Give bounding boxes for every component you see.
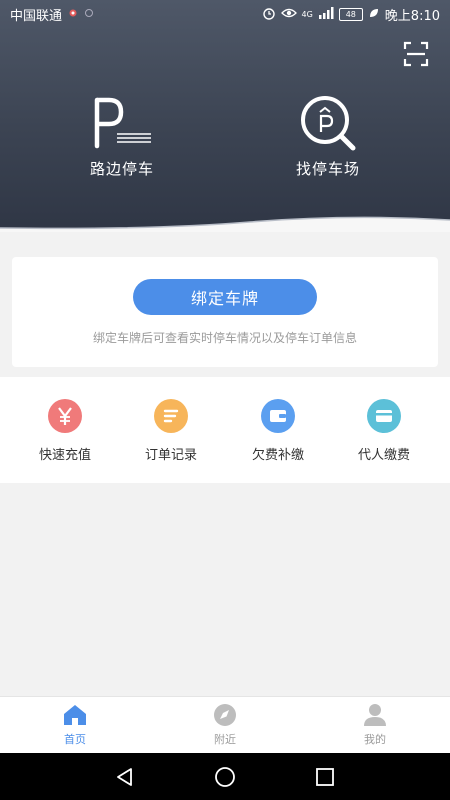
alarm-icon — [262, 6, 276, 24]
header-wave-decoration — [0, 216, 450, 232]
scan-icon — [403, 41, 429, 67]
nav-home[interactable]: 首页 — [0, 703, 150, 751]
carrier-name: 中国联通 — [10, 9, 63, 24]
leaf-icon — [368, 7, 380, 23]
nav-mine-label: 我的 — [364, 733, 386, 746]
yen-icon — [48, 399, 82, 433]
home-icon — [62, 703, 88, 727]
bind-plate-card: 绑定车牌 绑定车牌后可查看实时停车情况以及停车订单信息 — [12, 257, 438, 367]
eye-icon — [280, 7, 297, 23]
home-system-button[interactable] — [213, 765, 237, 789]
quick-recharge-button[interactable]: 快速充值 — [9, 399, 121, 469]
bind-plate-button[interactable]: 绑定车牌 — [133, 279, 317, 315]
order-records-label: 订单记录 — [144, 448, 197, 463]
list-icon — [154, 399, 188, 433]
bind-plate-hint: 绑定车牌后可查看实时停车情况以及停车订单信息 — [92, 331, 357, 345]
nav-mine[interactable]: 我的 — [300, 703, 450, 751]
user-icon — [362, 703, 388, 727]
order-records-button[interactable]: 订单记录 — [115, 399, 227, 469]
nav-nearby-label: 附近 — [214, 733, 236, 746]
status-right: 4G 48 晚上8:10 — [262, 5, 440, 24]
wallet-icon — [261, 399, 295, 433]
status-bar: 中国联通 4G 48 晚上8:10 — [0, 0, 450, 28]
nav-home-label: 首页 — [64, 733, 86, 746]
scan-button[interactable] — [402, 40, 430, 68]
find-parking-lot-icon — [293, 92, 363, 152]
recents-button[interactable] — [313, 765, 337, 789]
system-nav-bar — [0, 753, 450, 800]
roadside-parking-icon — [87, 92, 157, 152]
pay-for-others-label: 代人缴费 — [357, 448, 410, 463]
signal-icon — [318, 6, 334, 23]
clock-time: 晚上8:10 — [384, 9, 440, 24]
card-icon — [367, 399, 401, 433]
arrears-payment-button[interactable]: 欠费补缴 — [222, 399, 334, 469]
back-button[interactable] — [113, 765, 137, 789]
quick-actions-panel: 快速充值 订单记录 欠费补缴 代人缴费 — [0, 377, 450, 483]
status-left: 中国联通 — [10, 5, 94, 24]
pay-for-others-button[interactable]: 代人缴费 — [328, 399, 440, 469]
compass-icon — [212, 703, 238, 727]
roadside-parking-label: 路边停车 — [89, 160, 154, 178]
notification-icon — [68, 8, 78, 21]
arrears-payment-label: 欠费补缴 — [251, 448, 304, 463]
find-parking-lot-button[interactable]: 找停车场 — [253, 92, 403, 187]
nav-nearby[interactable]: 附近 — [150, 703, 300, 751]
find-parking-lot-label: 找停车场 — [295, 160, 360, 178]
square-recents-icon — [316, 768, 334, 786]
back-icon — [117, 768, 132, 786]
network-type: 4G — [301, 10, 313, 19]
bottom-nav: 首页 附近 我的 — [0, 696, 450, 754]
sync-icon — [84, 7, 94, 22]
header-banner: 中国联通 4G 48 晚上8:10 路边停车 找停车场 — [0, 0, 450, 232]
quick-recharge-label: 快速充值 — [38, 448, 91, 463]
battery-level: 48 — [338, 8, 363, 21]
roadside-parking-button[interactable]: 路边停车 — [47, 92, 197, 187]
circle-home-icon — [215, 767, 235, 787]
